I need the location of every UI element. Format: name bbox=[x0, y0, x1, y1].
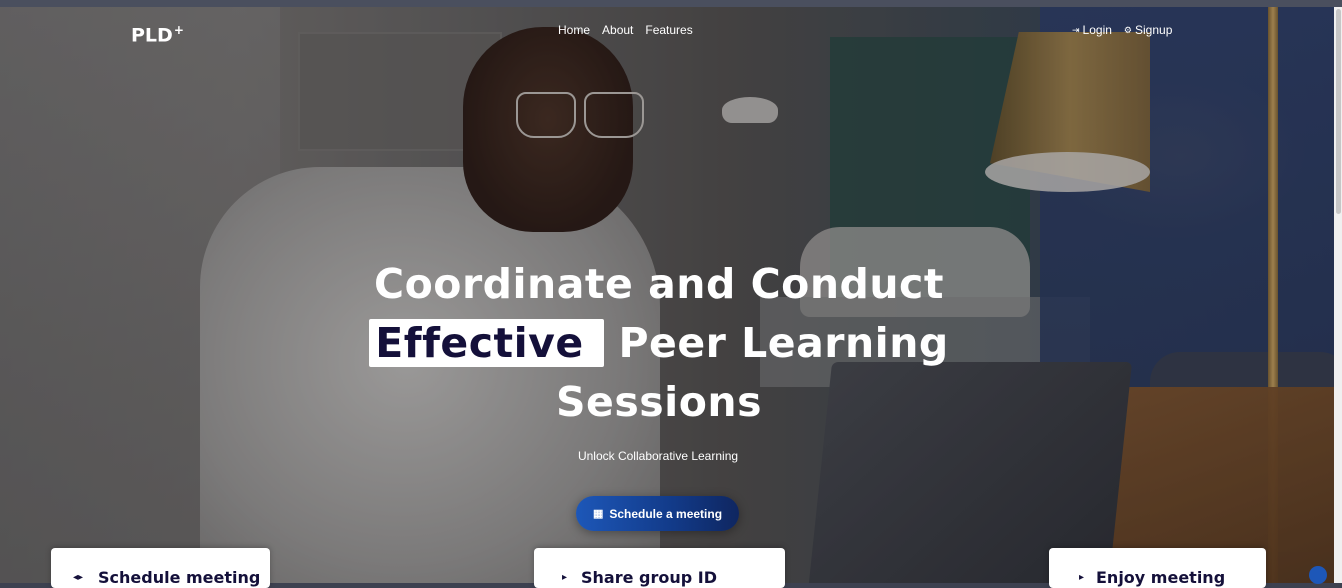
brand-mark: + bbox=[173, 23, 184, 37]
user-plus-icon: ⚙ bbox=[1123, 24, 1132, 35]
login-link[interactable]: ⇥ Login bbox=[1072, 23, 1112, 37]
schedule-meeting-button[interactable]: ▦ Schedule a meeting bbox=[576, 496, 739, 531]
chat-widget-icon[interactable] bbox=[1309, 566, 1327, 584]
feature-card-enjoy: ▸ Enjoy meeting bbox=[1049, 548, 1266, 588]
headline-line3: Sessions bbox=[556, 378, 762, 426]
hero-subtitle: Unlock Collaborative Learning bbox=[577, 449, 739, 463]
nav-home[interactable]: Home bbox=[558, 23, 590, 37]
feature-card-share: ▸ Share group ID bbox=[534, 548, 785, 588]
scrollbar-thumb[interactable] bbox=[1336, 9, 1341, 214]
schedule-meeting-label: Schedule a meeting bbox=[609, 506, 723, 521]
card-bullet-icon: ▸ bbox=[562, 572, 568, 583]
card-bullet-icon: ◂▸ bbox=[73, 572, 84, 583]
card-bullet-icon: ▸ bbox=[1079, 572, 1085, 583]
signup-label: Signup bbox=[1135, 23, 1173, 37]
headline-highlight: Effective bbox=[369, 319, 604, 367]
login-label: Login bbox=[1082, 23, 1112, 37]
headline-line2: Peer Learning bbox=[618, 319, 949, 367]
hero-headline: Coordinate and Conduct Effective Peer Le… bbox=[350, 255, 968, 432]
nav-features[interactable]: Features bbox=[645, 23, 692, 37]
headline-line1: Coordinate and Conduct bbox=[374, 260, 944, 308]
signup-link[interactable]: ⚙ Signup bbox=[1124, 23, 1172, 37]
browser-top-strip bbox=[0, 0, 1342, 7]
brand-name: PLD bbox=[131, 24, 173, 47]
card-title: Enjoy meeting bbox=[1096, 568, 1226, 587]
main-nav: Home About Features bbox=[558, 23, 693, 37]
feature-card-schedule: ◂▸ Schedule meeting bbox=[51, 548, 270, 588]
card-title: Schedule meeting bbox=[98, 568, 261, 587]
calendar-icon: ▦ bbox=[592, 508, 604, 520]
brand-logo[interactable]: PLD+ bbox=[131, 23, 184, 46]
auth-links: ⇥ Login ⚙ Signup bbox=[1072, 23, 1172, 37]
card-title: Share group ID bbox=[581, 568, 718, 587]
login-icon: ⇥ bbox=[1072, 24, 1080, 35]
nav-about[interactable]: About bbox=[602, 23, 633, 37]
